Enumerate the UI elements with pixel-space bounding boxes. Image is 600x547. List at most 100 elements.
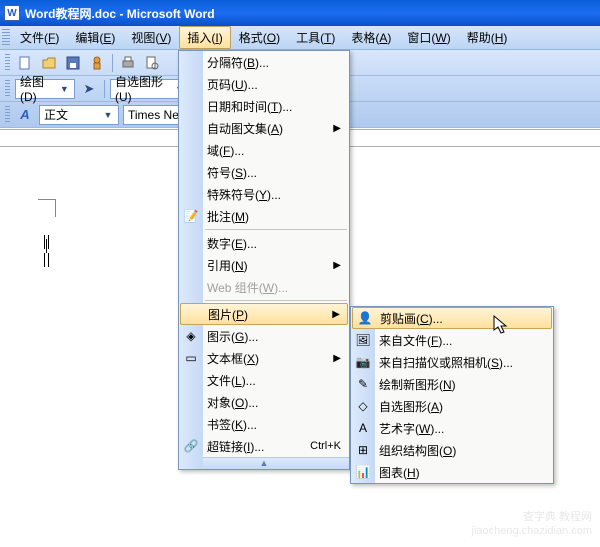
menu-bar: 文件(F)编辑(E)视图(V)插入(I)格式(O)工具(T)表格(A)窗口(W)…: [0, 26, 600, 50]
insert-menu-item-17[interactable]: 对象(O)...: [179, 391, 349, 413]
file-icon: 🖼: [355, 332, 371, 348]
menu-item-1[interactable]: 编辑(E): [67, 26, 123, 49]
picture-submenu: 👤 剪贴画(C)... 🖼 来自文件(F)... 📷 来自扫描仪或照相机(S)... ✎ 绘制…: [350, 306, 554, 484]
menu-item-3[interactable]: 插入(I): [179, 26, 230, 49]
chart-icon: 📊: [355, 464, 371, 480]
menu-item-label: 自动图文集(A): [207, 120, 283, 137]
print-button[interactable]: [117, 52, 139, 74]
menu-item-label: 页码(U)...: [207, 76, 258, 93]
insert-menu-item-18[interactable]: 书签(K)...: [179, 413, 349, 435]
menu-item-label: 艺术字(W)...: [379, 420, 444, 437]
insert-menu-item-3[interactable]: 自动图文集(A) ▶: [179, 117, 349, 139]
menu-item-label: 自选图形(A): [379, 398, 443, 415]
menu-item-label: 来自文件(F)...: [379, 332, 452, 349]
insert-menu-item-5[interactable]: 符号(S)...: [179, 161, 349, 183]
picture-submenu-item-7[interactable]: 📊 图表(H): [351, 461, 553, 483]
menu-chevron-collapse[interactable]: ▲: [179, 457, 349, 469]
insert-menu-item-19[interactable]: 🔗 超链接(I)... Ctrl+K: [179, 435, 349, 457]
menu-item-label: 特殊符号(Y)...: [207, 186, 281, 203]
picture-submenu-item-6[interactable]: ⊞ 组织结构图(O): [351, 439, 553, 461]
draw-menu-button[interactable]: 绘图(D)▼: [15, 79, 75, 99]
menu-separator: [205, 300, 347, 301]
clipart-icon: 👤: [357, 310, 373, 326]
picture-submenu-item-2[interactable]: 📷 来自扫描仪或照相机(S)...: [351, 351, 553, 373]
menu-item-label: 来自扫描仪或照相机(S)...: [379, 354, 513, 371]
menu-separator: [205, 229, 347, 230]
insert-menu-item-7[interactable]: 📝 批注(M): [179, 205, 349, 227]
insert-menu-item-11: Web 组件(W)...: [179, 276, 349, 298]
permission-button[interactable]: [86, 52, 108, 74]
menu-item-label: 超链接(I)...: [207, 438, 264, 455]
window-title: Word教程网.doc - Microsoft Word: [25, 5, 596, 22]
style-selector[interactable]: 正文▼: [39, 105, 119, 125]
orgchart-icon: ⊞: [355, 442, 371, 458]
submenu-arrow-icon: ▶: [332, 309, 340, 320]
insert-menu-item-6[interactable]: 特殊符号(Y)...: [179, 183, 349, 205]
menu-item-label: 图片(P): [208, 306, 248, 323]
menu-item-label: Web 组件(W)...: [207, 279, 288, 296]
format-painter-icon[interactable]: A: [14, 104, 36, 126]
menu-item-label: 符号(S)...: [207, 164, 257, 181]
select-objects-button[interactable]: ➤: [78, 78, 100, 100]
draw-icon: ✎: [355, 376, 371, 392]
word-app-icon: W: [4, 5, 20, 21]
wordart-icon: A: [355, 420, 371, 436]
menu-item-2[interactable]: 视图(V): [123, 26, 179, 49]
new-doc-button[interactable]: [14, 52, 36, 74]
menu-item-4[interactable]: 格式(O): [231, 26, 288, 49]
picture-submenu-item-5[interactable]: A 艺术字(W)...: [351, 417, 553, 439]
print-preview-button[interactable]: [141, 52, 163, 74]
text-cursor: [46, 239, 47, 253]
menu-item-label: 文件(L)...: [207, 372, 256, 389]
menu-item-7[interactable]: 窗口(W): [399, 26, 458, 49]
menu-item-8[interactable]: 帮助(H): [459, 26, 516, 49]
menu-item-label: 引用(N): [207, 257, 248, 274]
insert-menu-item-1[interactable]: 页码(U)...: [179, 73, 349, 95]
picture-submenu-item-1[interactable]: 🖼 来自文件(F)...: [351, 329, 553, 351]
menu-item-label: 批注(M): [207, 208, 249, 225]
shortcut-label: Ctrl+K: [310, 440, 341, 452]
comment-icon: 📝: [183, 208, 199, 224]
menu-item-label: 对象(O)...: [207, 394, 258, 411]
insert-menu-item-2[interactable]: 日期和时间(T)...: [179, 95, 349, 117]
save-button[interactable]: [62, 52, 84, 74]
menu-item-label: 图表(H): [379, 464, 420, 481]
link-icon: 🔗: [183, 438, 199, 454]
insert-menu-item-14[interactable]: ◈ 图示(G)...: [179, 325, 349, 347]
insert-menu-item-4[interactable]: 域(F)...: [179, 139, 349, 161]
menu-item-5[interactable]: 工具(T): [288, 26, 343, 49]
picture-submenu-item-4[interactable]: ◇ 自选图形(A): [351, 395, 553, 417]
menu-item-label: 文本框(X): [207, 350, 259, 367]
submenu-arrow-icon: ▶: [333, 123, 341, 134]
insert-menu-dropdown: 分隔符(B)... 页码(U)... 日期和时间(T)... 自动图文集(A) ▶ 域(F…: [178, 50, 350, 470]
toolbar-grip[interactable]: [2, 29, 10, 46]
insert-menu-item-10[interactable]: 引用(N) ▶: [179, 254, 349, 276]
margin-corner-mark: [38, 199, 56, 217]
menu-item-label: 绘制新图形(N): [379, 376, 456, 393]
menu-item-label: 剪贴画(C)...: [380, 310, 443, 327]
menu-item-label: 组织结构图(O): [379, 442, 456, 459]
diagram-icon: ◈: [183, 328, 199, 344]
picture-submenu-item-3[interactable]: ✎ 绘制新图形(N): [351, 373, 553, 395]
menu-item-label: 分隔符(B)...: [207, 54, 269, 71]
menu-item-6[interactable]: 表格(A): [343, 26, 399, 49]
toolbar-grip[interactable]: [5, 80, 10, 98]
menu-item-label: 域(F)...: [207, 142, 244, 159]
picture-submenu-item-0[interactable]: 👤 剪贴画(C)...: [352, 307, 552, 329]
menu-item-label: 图示(G)...: [207, 328, 258, 345]
insert-menu-item-13[interactable]: 图片(P) ▶: [180, 303, 348, 325]
open-button[interactable]: [38, 52, 60, 74]
menu-item-label: 日期和时间(T)...: [207, 98, 292, 115]
watermark-text: 查字典 教程网jiaocheng.chazidian.com: [472, 510, 592, 538]
shapes-icon: ◇: [355, 398, 371, 414]
scanner-icon: 📷: [355, 354, 371, 370]
submenu-arrow-icon: ▶: [333, 260, 341, 271]
submenu-arrow-icon: ▶: [333, 353, 341, 364]
insert-menu-item-9[interactable]: 数字(E)...: [179, 232, 349, 254]
insert-menu-item-15[interactable]: ▭文本框(X)▶: [179, 347, 349, 369]
menu-item-0[interactable]: 文件(F): [12, 26, 67, 49]
toolbar-grip[interactable]: [5, 106, 10, 124]
insert-menu-item-16[interactable]: 文件(L)...: [179, 369, 349, 391]
insert-menu-item-0[interactable]: 分隔符(B)...: [179, 51, 349, 73]
toolbar-grip[interactable]: [5, 54, 10, 72]
